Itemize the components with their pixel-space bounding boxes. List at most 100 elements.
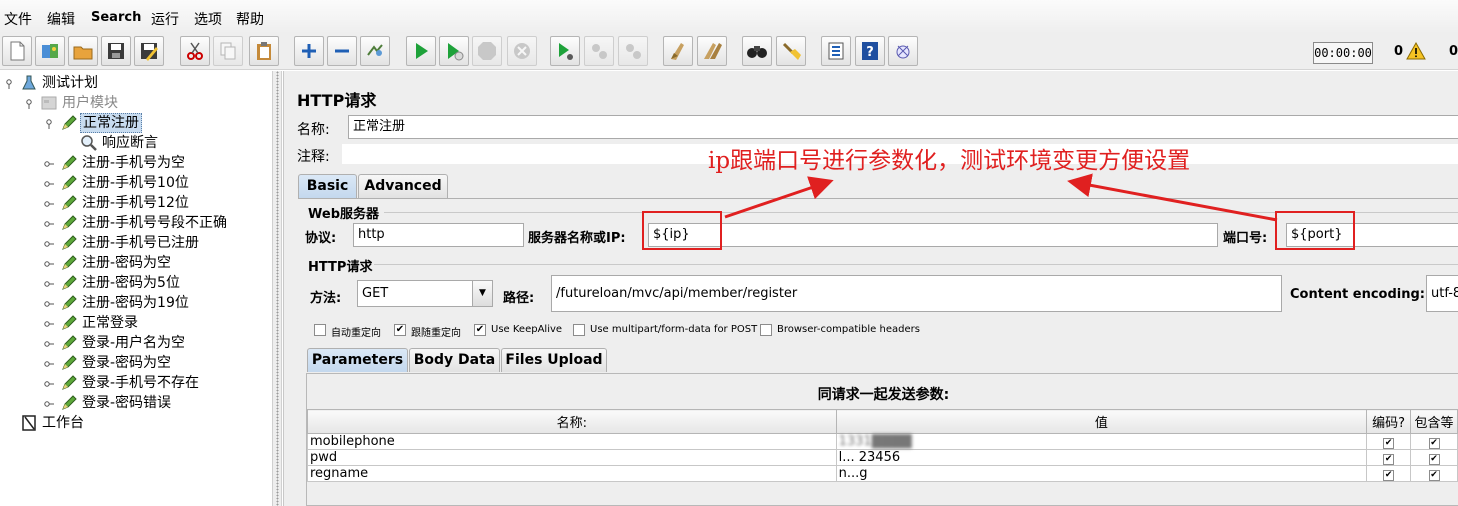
tab-files-upload[interactable]: Files Upload (501, 348, 607, 372)
table-row[interactable]: mobilephone 1331████ ✔ ✔ (307, 433, 1458, 450)
save-as-icon[interactable] (134, 36, 164, 66)
clear-icon[interactable] (663, 36, 693, 66)
table-row[interactable]: regname n...g ✔ ✔ (307, 465, 1458, 482)
menu-search[interactable]: Search (91, 10, 141, 25)
param-name[interactable]: pwd (307, 449, 837, 466)
stop-icon[interactable] (472, 36, 502, 66)
tree-collapsed-handle-icon[interactable] (44, 218, 54, 228)
save-icon[interactable] (101, 36, 131, 66)
tree-node-sampler[interactable]: 注册-手机号10位 (80, 173, 191, 193)
follow-redirect-checkbox[interactable]: ✔ (394, 324, 406, 336)
tree-expanded-handle-icon[interactable] (44, 118, 54, 129)
menu-file[interactable]: 文件 (4, 9, 32, 29)
split-pane-divider[interactable] (272, 71, 282, 506)
param-value[interactable]: 1331████ (835, 433, 1368, 450)
name-field[interactable]: 正常注册 (348, 115, 1458, 139)
chevron-down-icon[interactable]: ▼ (472, 281, 492, 306)
tree-expanded-handle-icon[interactable] (24, 98, 34, 109)
remote-start-icon[interactable] (550, 36, 580, 66)
tree-node-sampler[interactable]: 注册-密码为5位 (80, 273, 182, 293)
content-encoding-field[interactable]: utf-8 (1426, 275, 1458, 312)
tree-node-assertion[interactable]: 响应断言 (100, 133, 160, 153)
tree-collapsed-handle-icon[interactable] (44, 298, 54, 308)
multipart-checkbox[interactable] (573, 324, 585, 336)
encode-checkbox[interactable]: ✔ (1366, 433, 1412, 450)
toggle-icon[interactable] (360, 36, 390, 66)
include-equals-checkbox[interactable]: ✔ (1410, 465, 1458, 482)
tab-parameters[interactable]: Parameters (307, 348, 408, 372)
tree-node-sampler[interactable]: 注册-密码为空 (80, 253, 173, 273)
method-select[interactable]: GET ▼ (357, 280, 493, 307)
clear-all-icon[interactable] (697, 36, 727, 66)
help-icon[interactable]: ? (855, 36, 885, 66)
tree-expanded-handle-icon[interactable] (4, 78, 14, 89)
tree-node-sampler[interactable]: 正常登录 (80, 313, 140, 333)
tab-basic[interactable]: Basic (298, 174, 357, 198)
open-icon[interactable] (68, 36, 98, 66)
column-header-encode[interactable]: 编码? (1366, 409, 1412, 434)
tree-node-sampler[interactable]: 登录-手机号不存在 (80, 373, 201, 393)
reset-search-icon[interactable] (776, 36, 806, 66)
tree-node-sampler[interactable]: 注册-密码为19位 (80, 293, 191, 313)
table-row[interactable]: pwd l... 23456 ✔ ✔ (307, 449, 1458, 466)
copy-icon[interactable] (213, 36, 243, 66)
server-field[interactable]: ${ip} (648, 223, 1218, 247)
encode-checkbox[interactable]: ✔ (1366, 449, 1412, 466)
start-no-pause-icon[interactable] (439, 36, 469, 66)
encode-checkbox[interactable]: ✔ (1366, 465, 1412, 482)
tree-node-sampler[interactable]: 注册-手机号为空 (80, 153, 187, 173)
tree-node-thread-group[interactable]: 用户模块 (60, 93, 120, 113)
collapse-icon[interactable] (327, 36, 357, 66)
column-header-include-equals[interactable]: 包含等 (1410, 409, 1458, 434)
tree-collapsed-handle-icon[interactable] (44, 378, 54, 388)
cut-icon[interactable] (180, 36, 210, 66)
param-value[interactable]: l... 23456 (835, 449, 1368, 466)
menu-run[interactable]: 运行 (151, 9, 179, 29)
tree-collapsed-handle-icon[interactable] (44, 278, 54, 288)
tree-node-sampler[interactable]: 登录-密码错误 (80, 393, 173, 413)
tree-collapsed-handle-icon[interactable] (44, 318, 54, 328)
tab-advanced[interactable]: Advanced (358, 174, 448, 198)
menu-edit[interactable]: 编辑 (47, 9, 75, 29)
tree-collapsed-handle-icon[interactable] (44, 398, 54, 408)
tree-collapsed-handle-icon[interactable] (44, 338, 54, 348)
remote-stop-icon[interactable] (584, 36, 614, 66)
tree-collapsed-handle-icon[interactable] (44, 238, 54, 248)
param-name[interactable]: mobilephone (307, 433, 837, 450)
param-value[interactable]: n...g (835, 465, 1368, 482)
remote-shutdown-icon[interactable] (618, 36, 648, 66)
tree-collapsed-handle-icon[interactable] (44, 178, 54, 188)
tree-collapsed-handle-icon[interactable] (44, 158, 54, 168)
auto-redirect-checkbox[interactable] (314, 324, 326, 336)
templates-icon[interactable] (35, 36, 65, 66)
tree-node-sampler[interactable]: 注册-手机号已注册 (80, 233, 201, 253)
log-viewer-icon[interactable] (888, 36, 918, 66)
column-header-name[interactable]: 名称: (307, 409, 837, 434)
function-helper-icon[interactable] (821, 36, 851, 66)
warning-icon[interactable] (1406, 42, 1426, 60)
tree-collapsed-handle-icon[interactable] (44, 198, 54, 208)
include-equals-checkbox[interactable]: ✔ (1410, 449, 1458, 466)
tree-node-workbench[interactable]: 工作台 (40, 413, 86, 433)
keepalive-checkbox[interactable]: ✔ (474, 324, 486, 336)
tree-node-sampler[interactable]: 注册-手机号12位 (80, 193, 191, 213)
paste-icon[interactable] (249, 36, 279, 66)
param-name[interactable]: regname (307, 465, 837, 482)
tree-node-test-plan[interactable]: 测试计划 (40, 73, 100, 93)
menu-help[interactable]: 帮助 (236, 9, 264, 29)
browser-headers-checkbox[interactable] (760, 324, 772, 336)
start-icon[interactable] (406, 36, 436, 66)
menu-options[interactable]: 选项 (194, 9, 222, 29)
column-header-value[interactable]: 值 (835, 409, 1368, 434)
path-field[interactable]: /futureloan/mvc/api/member/register (551, 275, 1282, 312)
shutdown-icon[interactable] (507, 36, 537, 66)
tree-collapsed-handle-icon[interactable] (44, 358, 54, 368)
tree-node-sampler[interactable]: 注册-手机号号段不正确 (80, 213, 229, 233)
tree-node-sampler[interactable]: 正常注册 (80, 113, 142, 133)
new-icon[interactable] (2, 36, 32, 66)
tree-node-sampler[interactable]: 登录-用户名为空 (80, 333, 187, 353)
expand-icon[interactable] (294, 36, 324, 66)
tree-collapsed-handle-icon[interactable] (44, 258, 54, 268)
include-equals-checkbox[interactable]: ✔ (1410, 433, 1458, 450)
protocol-field[interactable]: http (353, 223, 524, 247)
